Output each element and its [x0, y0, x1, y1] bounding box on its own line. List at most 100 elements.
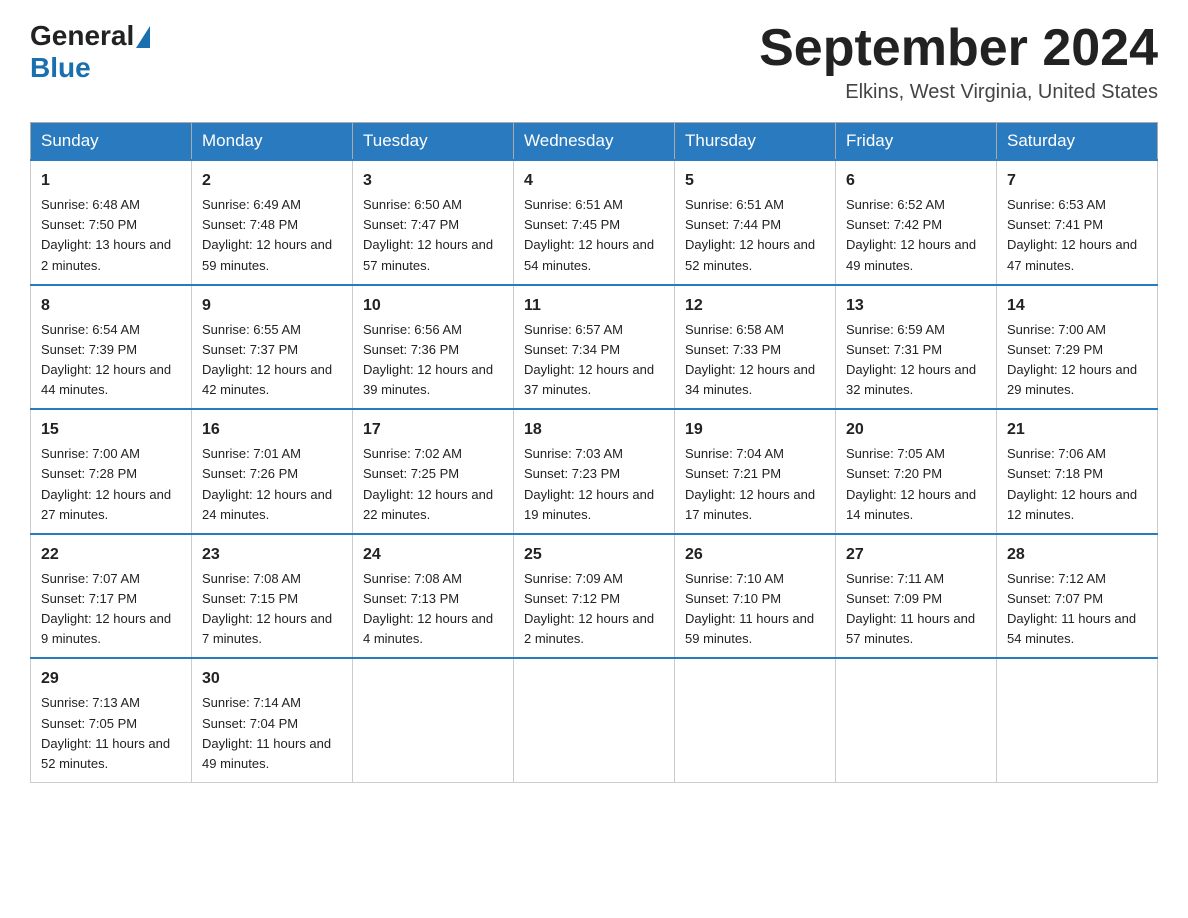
day-number: 3 [363, 169, 503, 193]
calendar-cell: 22Sunrise: 7:07 AMSunset: 7:17 PMDayligh… [31, 534, 192, 659]
day-info: Sunrise: 7:10 AMSunset: 7:10 PMDaylight:… [685, 569, 825, 650]
day-info: Sunrise: 7:03 AMSunset: 7:23 PMDaylight:… [524, 444, 664, 525]
calendar-cell [514, 658, 675, 782]
calendar-cell [997, 658, 1158, 782]
day-number: 27 [846, 543, 986, 567]
calendar-cell: 5Sunrise: 6:51 AMSunset: 7:44 PMDaylight… [675, 160, 836, 285]
day-info: Sunrise: 6:52 AMSunset: 7:42 PMDaylight:… [846, 195, 986, 276]
day-info: Sunrise: 6:59 AMSunset: 7:31 PMDaylight:… [846, 320, 986, 401]
title-block: September 2024 Elkins, West Virginia, Un… [759, 20, 1158, 104]
calendar-cell: 17Sunrise: 7:02 AMSunset: 7:25 PMDayligh… [353, 409, 514, 534]
calendar-cell: 1Sunrise: 6:48 AMSunset: 7:50 PMDaylight… [31, 160, 192, 285]
day-number: 21 [1007, 418, 1147, 442]
month-year-title: September 2024 [759, 20, 1158, 77]
day-info: Sunrise: 7:02 AMSunset: 7:25 PMDaylight:… [363, 444, 503, 525]
logo-text-general: General [30, 20, 134, 52]
day-number: 20 [846, 418, 986, 442]
logo-text-blue: Blue [30, 52, 91, 84]
calendar-week-row: 22Sunrise: 7:07 AMSunset: 7:17 PMDayligh… [31, 534, 1158, 659]
calendar-cell: 26Sunrise: 7:10 AMSunset: 7:10 PMDayligh… [675, 534, 836, 659]
calendar-cell: 29Sunrise: 7:13 AMSunset: 7:05 PMDayligh… [31, 658, 192, 782]
day-info: Sunrise: 6:49 AMSunset: 7:48 PMDaylight:… [202, 195, 342, 276]
calendar-cell: 19Sunrise: 7:04 AMSunset: 7:21 PMDayligh… [675, 409, 836, 534]
day-number: 23 [202, 543, 342, 567]
calendar-week-row: 1Sunrise: 6:48 AMSunset: 7:50 PMDaylight… [31, 160, 1158, 285]
calendar-cell: 3Sunrise: 6:50 AMSunset: 7:47 PMDaylight… [353, 160, 514, 285]
weekday-header-tuesday: Tuesday [353, 123, 514, 161]
calendar-week-row: 8Sunrise: 6:54 AMSunset: 7:39 PMDaylight… [31, 285, 1158, 410]
weekday-header-friday: Friday [836, 123, 997, 161]
calendar-cell: 18Sunrise: 7:03 AMSunset: 7:23 PMDayligh… [514, 409, 675, 534]
weekday-header-row: SundayMondayTuesdayWednesdayThursdayFrid… [31, 123, 1158, 161]
day-info: Sunrise: 7:12 AMSunset: 7:07 PMDaylight:… [1007, 569, 1147, 650]
day-info: Sunrise: 6:54 AMSunset: 7:39 PMDaylight:… [41, 320, 181, 401]
location-subtitle: Elkins, West Virginia, United States [759, 81, 1158, 104]
day-info: Sunrise: 7:06 AMSunset: 7:18 PMDaylight:… [1007, 444, 1147, 525]
day-info: Sunrise: 6:51 AMSunset: 7:45 PMDaylight:… [524, 195, 664, 276]
day-number: 1 [41, 169, 181, 193]
day-number: 17 [363, 418, 503, 442]
day-info: Sunrise: 6:48 AMSunset: 7:50 PMDaylight:… [41, 195, 181, 276]
day-number: 5 [685, 169, 825, 193]
day-number: 12 [685, 294, 825, 318]
day-info: Sunrise: 7:00 AMSunset: 7:29 PMDaylight:… [1007, 320, 1147, 401]
calendar-cell: 24Sunrise: 7:08 AMSunset: 7:13 PMDayligh… [353, 534, 514, 659]
day-info: Sunrise: 7:11 AMSunset: 7:09 PMDaylight:… [846, 569, 986, 650]
day-number: 19 [685, 418, 825, 442]
day-number: 4 [524, 169, 664, 193]
day-info: Sunrise: 7:01 AMSunset: 7:26 PMDaylight:… [202, 444, 342, 525]
calendar-cell: 20Sunrise: 7:05 AMSunset: 7:20 PMDayligh… [836, 409, 997, 534]
weekday-header-monday: Monday [192, 123, 353, 161]
day-number: 10 [363, 294, 503, 318]
logo: General Blue [30, 20, 150, 84]
day-number: 26 [685, 543, 825, 567]
day-info: Sunrise: 7:09 AMSunset: 7:12 PMDaylight:… [524, 569, 664, 650]
calendar-cell: 14Sunrise: 7:00 AMSunset: 7:29 PMDayligh… [997, 285, 1158, 410]
calendar-week-row: 15Sunrise: 7:00 AMSunset: 7:28 PMDayligh… [31, 409, 1158, 534]
calendar-cell: 27Sunrise: 7:11 AMSunset: 7:09 PMDayligh… [836, 534, 997, 659]
calendar-cell: 11Sunrise: 6:57 AMSunset: 7:34 PMDayligh… [514, 285, 675, 410]
day-number: 11 [524, 294, 664, 318]
calendar-cell: 4Sunrise: 6:51 AMSunset: 7:45 PMDaylight… [514, 160, 675, 285]
day-info: Sunrise: 7:07 AMSunset: 7:17 PMDaylight:… [41, 569, 181, 650]
day-number: 13 [846, 294, 986, 318]
calendar-cell: 23Sunrise: 7:08 AMSunset: 7:15 PMDayligh… [192, 534, 353, 659]
day-info: Sunrise: 7:08 AMSunset: 7:15 PMDaylight:… [202, 569, 342, 650]
calendar-cell: 12Sunrise: 6:58 AMSunset: 7:33 PMDayligh… [675, 285, 836, 410]
calendar-cell: 2Sunrise: 6:49 AMSunset: 7:48 PMDaylight… [192, 160, 353, 285]
weekday-header-saturday: Saturday [997, 123, 1158, 161]
day-number: 18 [524, 418, 664, 442]
calendar-cell: 15Sunrise: 7:00 AMSunset: 7:28 PMDayligh… [31, 409, 192, 534]
calendar-cell: 30Sunrise: 7:14 AMSunset: 7:04 PMDayligh… [192, 658, 353, 782]
calendar-cell: 13Sunrise: 6:59 AMSunset: 7:31 PMDayligh… [836, 285, 997, 410]
day-info: Sunrise: 7:08 AMSunset: 7:13 PMDaylight:… [363, 569, 503, 650]
day-info: Sunrise: 7:05 AMSunset: 7:20 PMDaylight:… [846, 444, 986, 525]
calendar-cell: 16Sunrise: 7:01 AMSunset: 7:26 PMDayligh… [192, 409, 353, 534]
day-number: 6 [846, 169, 986, 193]
calendar-cell: 8Sunrise: 6:54 AMSunset: 7:39 PMDaylight… [31, 285, 192, 410]
day-info: Sunrise: 6:56 AMSunset: 7:36 PMDaylight:… [363, 320, 503, 401]
day-number: 9 [202, 294, 342, 318]
day-number: 7 [1007, 169, 1147, 193]
calendar-cell: 25Sunrise: 7:09 AMSunset: 7:12 PMDayligh… [514, 534, 675, 659]
day-info: Sunrise: 6:55 AMSunset: 7:37 PMDaylight:… [202, 320, 342, 401]
weekday-header-thursday: Thursday [675, 123, 836, 161]
day-info: Sunrise: 6:58 AMSunset: 7:33 PMDaylight:… [685, 320, 825, 401]
day-number: 2 [202, 169, 342, 193]
day-number: 16 [202, 418, 342, 442]
logo-triangle-icon [136, 26, 150, 48]
day-number: 25 [524, 543, 664, 567]
weekday-header-wednesday: Wednesday [514, 123, 675, 161]
day-info: Sunrise: 6:57 AMSunset: 7:34 PMDaylight:… [524, 320, 664, 401]
day-info: Sunrise: 7:00 AMSunset: 7:28 PMDaylight:… [41, 444, 181, 525]
day-number: 30 [202, 667, 342, 691]
day-info: Sunrise: 6:53 AMSunset: 7:41 PMDaylight:… [1007, 195, 1147, 276]
day-number: 28 [1007, 543, 1147, 567]
day-number: 14 [1007, 294, 1147, 318]
calendar-cell: 9Sunrise: 6:55 AMSunset: 7:37 PMDaylight… [192, 285, 353, 410]
day-number: 15 [41, 418, 181, 442]
calendar-cell: 21Sunrise: 7:06 AMSunset: 7:18 PMDayligh… [997, 409, 1158, 534]
day-number: 24 [363, 543, 503, 567]
day-number: 29 [41, 667, 181, 691]
day-info: Sunrise: 7:04 AMSunset: 7:21 PMDaylight:… [685, 444, 825, 525]
